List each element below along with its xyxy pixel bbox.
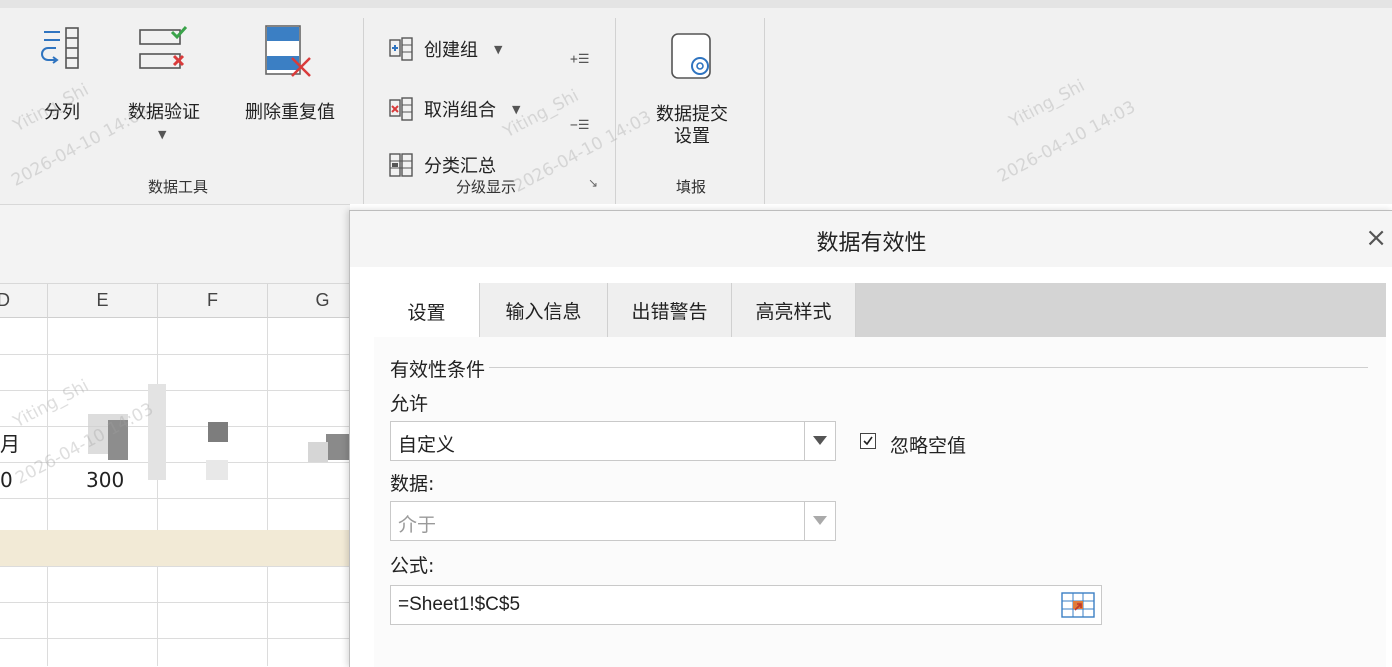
redacted-blur <box>206 460 228 480</box>
ignore-blank-checkbox[interactable] <box>860 433 876 449</box>
ungroup-icon <box>389 97 413 121</box>
data-submit-settings-button[interactable]: 数据提交设置 <box>640 28 744 158</box>
highlighted-row[interactable] <box>0 530 350 566</box>
column-header[interactable]: F <box>158 284 268 318</box>
create-group-label: 创建组 <box>424 40 478 61</box>
allow-select[interactable]: 自定义 <box>390 421 836 461</box>
tab-settings[interactable]: 设置 <box>374 283 480 339</box>
watermark-text: Yiting_Shi <box>10 375 93 433</box>
dialog-title: 数据有效性 <box>816 231 927 256</box>
spreadsheet-grid[interactable]: D E F G 月 0 300 Yiting_Shi 2026-04-10 14… <box>0 284 350 666</box>
remove-duplicates-label: 删除重复值 <box>245 102 335 123</box>
cell-text: 月 <box>0 432 20 456</box>
show-detail-icon[interactable]: +☰ <box>570 52 589 67</box>
redacted-blur <box>148 384 166 480</box>
chevron-down-icon: ▼ <box>512 102 521 116</box>
data-validation-button[interactable]: 数据验证 ▼ <box>112 22 216 152</box>
cell-text: 300 <box>86 468 125 492</box>
create-group-icon <box>389 37 413 61</box>
allow-label: 允许 <box>390 393 429 415</box>
close-icon[interactable]: × <box>1365 223 1387 253</box>
formula-input-value: =Sheet1!$C$5 <box>398 594 521 615</box>
data-submit-settings-label: 数据提交设置 <box>656 104 728 147</box>
cell-text: 0 <box>0 468 13 492</box>
ribbon-separator <box>764 18 765 204</box>
split-columns-button[interactable]: 分列 <box>30 22 94 132</box>
ungroup-label: 取消组合 <box>424 100 496 121</box>
redacted-blur <box>108 420 128 460</box>
dialog-launcher-icon[interactable]: ↘ <box>588 176 598 190</box>
remove-duplicates-icon <box>265 25 311 77</box>
section-title: 有效性条件 <box>390 355 490 382</box>
tab-error-alert[interactable]: 出错警告 <box>608 283 732 337</box>
data-select-value: 介于 <box>398 514 437 536</box>
checkmark-icon <box>863 436 873 446</box>
create-group-button[interactable]: 创建组 ▼ <box>388 36 502 62</box>
ignore-blank-label[interactable]: 忽略空值 <box>890 431 966 458</box>
ungroup-button[interactable]: 取消组合 ▼ <box>388 96 520 122</box>
subtotal-button[interactable]: 分类汇总 <box>388 152 496 178</box>
data-validation-icon <box>139 25 188 69</box>
subtotal-icon <box>389 153 413 177</box>
ribbon: 分列 数据验证 ▼ 删除重复值 数据工具 创建组 ▼ 取消组合 ▼ 分类汇总 +… <box>0 0 1392 204</box>
submit-settings-icon <box>671 33 711 79</box>
subtotal-label: 分类汇总 <box>424 156 496 177</box>
settings-panel: 有效性条件 允许 自定义 忽略空值 数据: 介于 公式: =Sheet1!$C$… <box>374 337 1386 667</box>
data-label: 数据: <box>390 473 435 495</box>
group-label-data-tools: 数据工具 <box>148 178 209 196</box>
group-label-fill-report: 填报 <box>676 178 707 196</box>
hide-detail-icon[interactable]: −☰ <box>570 118 589 133</box>
ribbon-separator <box>615 18 616 204</box>
split-columns-icon <box>41 27 79 69</box>
chevron-down-icon: ▼ <box>494 42 503 56</box>
redacted-blur <box>208 422 228 442</box>
remove-duplicates-button[interactable]: 删除重复值 <box>240 22 340 152</box>
group-label-outline: 分级显示 <box>456 178 517 196</box>
chevron-down-icon: ▼ <box>158 128 167 141</box>
column-header[interactable]: G <box>268 284 350 318</box>
allow-select-value: 自定义 <box>398 434 456 456</box>
watermark-text: 2026-04-10 14:03 <box>12 399 157 489</box>
watermark-text: 2026-04-10 14:03 <box>994 97 1139 187</box>
column-header[interactable]: E <box>48 284 158 318</box>
redacted-blur <box>308 442 328 462</box>
ribbon-separator <box>363 18 364 204</box>
tab-strip: 设置 输入信息 出错警告 高亮样式 <box>374 283 1386 339</box>
data-select[interactable]: 介于 <box>390 501 836 541</box>
formula-label: 公式: <box>390 555 435 577</box>
data-validation-label: 数据验证 <box>128 102 200 123</box>
redacted-blur <box>326 434 350 460</box>
column-header[interactable]: D <box>0 284 48 318</box>
formula-bar[interactable] <box>0 204 350 284</box>
split-columns-label: 分列 <box>44 102 80 123</box>
range-selector-icon[interactable] <box>1061 592 1095 618</box>
data-validation-dialog: 数据有效性 × 设置 输入信息 出错警告 高亮样式 有效性条件 允许 自定义 忽… <box>349 210 1392 667</box>
formula-input[interactable]: =Sheet1!$C$5 <box>390 585 1102 625</box>
chevron-down-icon[interactable] <box>804 422 835 460</box>
section-divider <box>390 367 1368 368</box>
watermark-text: Yiting_Shi <box>1006 75 1089 133</box>
tab-input-message[interactable]: 输入信息 <box>480 283 608 337</box>
chevron-down-icon[interactable] <box>804 502 835 540</box>
tab-highlight-style[interactable]: 高亮样式 <box>732 283 856 337</box>
